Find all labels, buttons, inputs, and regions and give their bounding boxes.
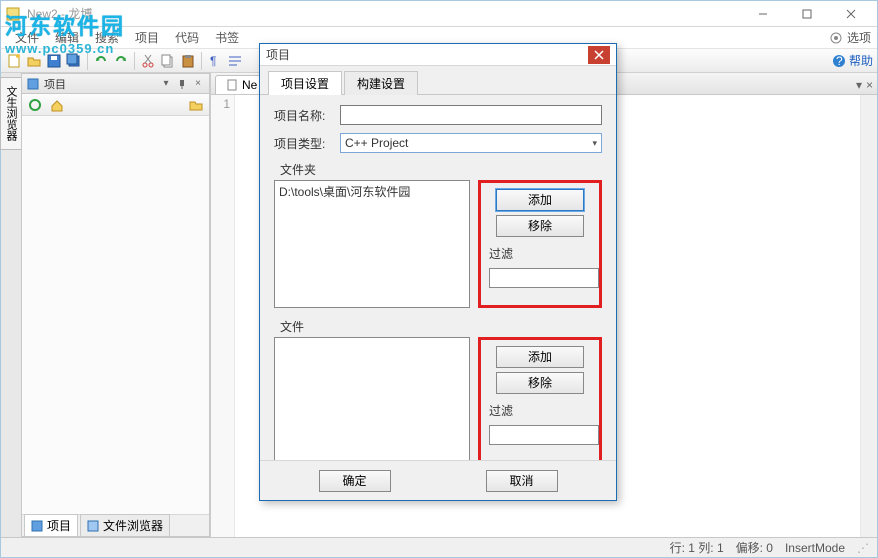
folders-filter-input[interactable] (489, 268, 599, 288)
menu-code[interactable]: 代码 (167, 27, 207, 48)
svg-text:¶: ¶ (210, 54, 216, 68)
dialog-tab-project-settings[interactable]: 项目设置 (268, 71, 342, 95)
chevron-down-icon: ▾ (592, 138, 597, 149)
footer-tab-filebrowser[interactable]: 文件浏览器 (80, 514, 170, 537)
panel-close-icon[interactable]: × (191, 77, 205, 91)
dialog-ok-button[interactable]: 确定 (319, 470, 391, 492)
tab-icon (87, 520, 99, 532)
project-type-value: C++ Project (345, 136, 408, 150)
tb-new-icon[interactable] (5, 52, 23, 70)
menu-options[interactable]: 选项 (829, 29, 871, 46)
files-listbox[interactable] (274, 337, 470, 460)
close-button[interactable] (829, 2, 873, 26)
maximize-button[interactable] (785, 2, 829, 26)
project-dialog: 项目 项目设置 构建设置 项目名称: 项目类型: C++ Project ▾ 文… (259, 43, 617, 501)
svg-text:?: ? (836, 54, 843, 68)
panel-tool-sync-icon[interactable] (26, 96, 44, 114)
file-icon (226, 79, 238, 91)
help-label: 帮助 (849, 52, 873, 69)
tb-invisibles-icon[interactable]: ¶ (206, 52, 224, 70)
files-filter-label: 过滤 (489, 402, 595, 419)
editor-dropdown-icon[interactable]: ▾ (856, 78, 862, 92)
panel-icon (26, 77, 40, 91)
files-remove-button[interactable]: 移除 (496, 372, 584, 394)
editor-tab-label: Ne (242, 78, 257, 92)
project-name-label: 项目名称: (274, 107, 334, 124)
project-type-select[interactable]: C++ Project ▾ (340, 133, 602, 153)
dialog-tab-build-settings[interactable]: 构建设置 (344, 71, 418, 95)
dialog-title: 项目 (266, 46, 588, 63)
files-actions-highlight: 添加 移除 过滤 (478, 337, 602, 460)
tb-redo-icon[interactable] (112, 52, 130, 70)
tb-cut-icon[interactable] (139, 52, 157, 70)
folder-item[interactable]: D:\tools\桌面\河东软件园 (279, 183, 465, 200)
vertical-scrollbar[interactable] (861, 95, 877, 537)
footer-tab-project[interactable]: 项目 (24, 514, 78, 537)
project-panel: 项目 ▾ × 项目 (21, 73, 210, 537)
panel-pin-icon[interactable] (175, 77, 189, 91)
menu-project[interactable]: 项目 (127, 27, 167, 48)
dialog-close-button[interactable] (588, 46, 610, 64)
tb-paste-icon[interactable] (179, 52, 197, 70)
status-mode: InsertMode (785, 541, 845, 555)
files-filter-input[interactable] (489, 425, 599, 445)
menu-file[interactable]: 文件 (7, 27, 47, 48)
statusbar: 行: 1 列: 1 偏移: 0 InsertMode ⋰ (1, 537, 877, 557)
tb-saveall-icon[interactable] (65, 52, 83, 70)
footer-tab-project-label: 项目 (47, 517, 71, 534)
project-type-label: 项目类型: (274, 135, 334, 152)
tb-open-icon[interactable] (25, 52, 43, 70)
window-titlebar: New2 - 龙博 (1, 1, 877, 27)
gear-icon (829, 31, 843, 45)
folders-label: 文件夹 (280, 161, 602, 178)
status-offset: 偏移: 0 (736, 539, 773, 556)
app-icon (5, 6, 21, 22)
vtab-file-browser[interactable]: 文生浏览器 (0, 77, 22, 150)
panel-dropdown-icon[interactable]: ▾ (159, 77, 173, 91)
folders-actions-highlight: 添加 移除 过滤 (478, 180, 602, 308)
footer-tab-filebrowser-label: 文件浏览器 (103, 517, 163, 534)
status-position: 行: 1 列: 1 (670, 539, 724, 556)
project-tree[interactable] (22, 116, 209, 514)
folders-remove-button[interactable]: 移除 (496, 215, 584, 237)
panel-title: 项目 (44, 76, 157, 92)
files-label: 文件 (280, 318, 602, 335)
options-label: 选项 (847, 29, 871, 46)
files-add-button[interactable]: 添加 (496, 346, 584, 368)
folders-add-button[interactable]: 添加 (496, 189, 584, 211)
tb-undo-icon[interactable] (92, 52, 110, 70)
resize-grip-icon[interactable]: ⋰ (857, 541, 869, 555)
line-number: 1 (215, 97, 230, 111)
menu-search[interactable]: 搜索 (87, 27, 127, 48)
window-title: New2 - 龙博 (27, 5, 741, 22)
menu-edit[interactable]: 编辑 (47, 27, 87, 48)
dialog-cancel-button[interactable]: 取消 (486, 470, 558, 492)
folders-listbox[interactable]: D:\tools\桌面\河东软件园 (274, 180, 470, 308)
editor-close-icon[interactable]: × (866, 78, 873, 92)
minimize-button[interactable] (741, 2, 785, 26)
help-link[interactable]: ? 帮助 (832, 52, 873, 69)
folders-filter-label: 过滤 (489, 245, 595, 262)
panel-tool-folder-icon[interactable] (187, 96, 205, 114)
tb-copy-icon[interactable] (159, 52, 177, 70)
menu-bookmarks[interactable]: 书签 (207, 27, 247, 48)
gutter: 1 (211, 95, 235, 537)
tab-icon (31, 520, 43, 532)
tb-save-icon[interactable] (45, 52, 63, 70)
tb-wrap-icon[interactable] (226, 52, 244, 70)
panel-tool-home-icon[interactable] (48, 96, 66, 114)
project-name-input[interactable] (340, 105, 602, 125)
help-icon: ? (832, 54, 846, 68)
